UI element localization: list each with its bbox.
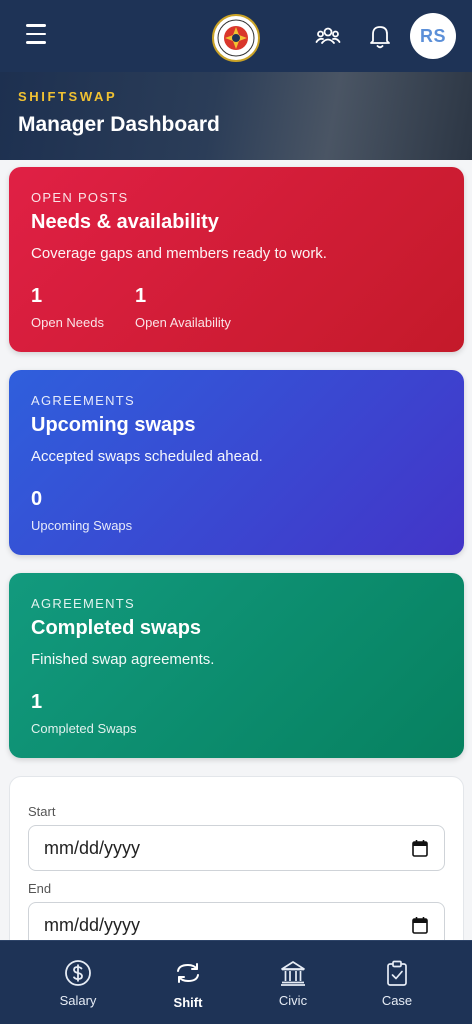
open-posts-card[interactable]: OPEN POSTS Needs & availability Coverage… [9, 167, 464, 352]
hamburger-menu-icon[interactable] [26, 24, 52, 48]
end-date-value: mm/dd/yyyy [44, 915, 141, 935]
nav-item-shift[interactable]: Shift [129, 941, 247, 1024]
upcoming-swaps-card[interactable]: AGREEMENTS Upcoming swaps Accepted swaps… [9, 370, 464, 555]
nav-label: Shift [173, 995, 203, 1010]
card-title: Needs & availability [31, 211, 219, 233]
user-avatar[interactable]: RS [410, 13, 456, 59]
stat-label: Upcoming Swaps [31, 518, 133, 533]
card-kicker: AGREEMENTS [31, 596, 136, 611]
top-app-bar: RS [0, 0, 472, 72]
stat-value: 1 [31, 285, 43, 307]
start-date-value: mm/dd/yyyy [44, 838, 141, 858]
stat-label: Open Needs [31, 315, 104, 330]
page-title: Manager Dashboard [18, 113, 220, 136]
card-title: Upcoming swaps [31, 414, 196, 436]
stat-value: 0 [31, 488, 43, 510]
bottom-navigation: Salary Shift Civic Case [0, 940, 472, 1024]
nav-item-salary[interactable]: Salary [19, 941, 137, 1024]
upcoming-swaps-stat[interactable]: 0 Upcoming Swaps [31, 488, 132, 533]
card-description: Accepted swaps scheduled ahead. [31, 448, 263, 465]
open-needs-stat[interactable]: 1 Open Needs [31, 285, 104, 330]
fire-department-badge-icon[interactable] [212, 10, 260, 62]
nav-item-civic[interactable]: Civic [234, 941, 352, 1024]
completed-swaps-card[interactable]: AGREEMENTS Completed swaps Finished swap… [9, 573, 464, 758]
nav-label: Salary [59, 993, 97, 1008]
calendar-icon[interactable] [412, 916, 428, 934]
card-title: Completed swaps [31, 617, 202, 639]
app-name: SHIFTSWAP [18, 89, 118, 104]
stat-label: Open Availability [135, 315, 231, 330]
card-description: Finished swap agreements. [31, 651, 215, 668]
card-kicker: AGREEMENTS [31, 393, 136, 408]
government-building-icon [281, 961, 305, 986]
page-header: SHIFTSWAP Manager Dashboard [0, 72, 472, 160]
dollar-circle-icon [65, 960, 91, 986]
stat-value: 1 [31, 691, 43, 713]
start-date-label: Start [28, 804, 56, 819]
start-date-input[interactable]: mm/dd/yyyy [28, 825, 445, 871]
people-group-icon[interactable] [314, 22, 342, 50]
card-description: Coverage gaps and members ready to work. [31, 245, 327, 262]
nav-label: Civic [278, 993, 308, 1008]
open-availability-stat[interactable]: 1 Open Availability [135, 285, 231, 330]
end-date-label: End [28, 881, 52, 896]
clipboard-check-icon [387, 960, 407, 986]
nav-item-case[interactable]: Case [338, 941, 456, 1024]
card-kicker: OPEN POSTS [31, 190, 129, 205]
bell-icon[interactable] [367, 22, 393, 50]
calendar-icon[interactable] [412, 839, 428, 857]
stat-label: Completed Swaps [31, 721, 137, 736]
swap-arrows-icon [177, 963, 199, 983]
stat-value: 1 [135, 285, 147, 307]
nav-label: Case [381, 993, 413, 1008]
completed-swaps-stat[interactable]: 1 Completed Swaps [31, 691, 137, 736]
